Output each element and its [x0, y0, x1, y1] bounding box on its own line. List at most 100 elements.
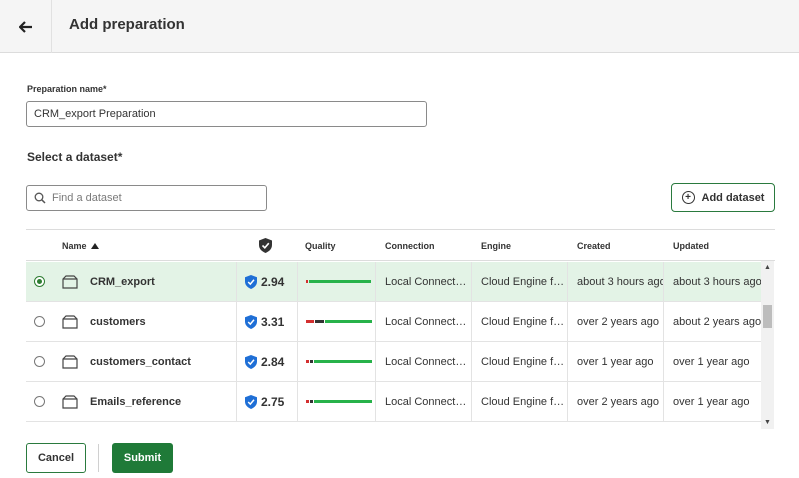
- quality-bar: [306, 280, 371, 283]
- engine-cell: Cloud Engine f…: [471, 302, 567, 341]
- created-cell: about 3 hours ago: [567, 262, 663, 301]
- connection-cell: Local Connect…: [375, 302, 471, 341]
- table-header: Name Quality Connection Engine Created U…: [26, 230, 775, 261]
- table-row[interactable]: customers_contact 2.84 Local Connect… Cloud…: [26, 342, 761, 382]
- trust-score: 2.84: [261, 354, 285, 369]
- preparation-name-label: Preparation name*: [27, 84, 107, 94]
- quality-invalid-segment: [306, 320, 314, 323]
- dataset-name-cell: customers_contact: [62, 342, 232, 381]
- dataset-search[interactable]: [26, 185, 267, 211]
- engine-cell: Cloud Engine f…: [471, 342, 567, 381]
- quality-cell: [297, 262, 375, 301]
- quality-bar: [306, 320, 372, 323]
- sort-ascending-icon: [90, 242, 99, 249]
- plus-circle-icon: +: [681, 191, 695, 204]
- row-radio-cell[interactable]: [34, 382, 54, 421]
- quality-invalid-segment: [306, 400, 309, 403]
- dataset-icon: [62, 274, 78, 289]
- column-connection-header[interactable]: Connection: [385, 230, 475, 261]
- row-radio-cell[interactable]: [34, 262, 54, 301]
- dataset-name-cell: Emails_reference: [62, 382, 232, 421]
- trust-score-cell: 2.94: [236, 262, 297, 301]
- column-updated-header[interactable]: Updated: [673, 230, 763, 261]
- search-icon: [34, 192, 46, 204]
- column-engine-header[interactable]: Engine: [481, 230, 571, 261]
- header-bar: Add preparation: [0, 0, 799, 53]
- submit-button[interactable]: Submit: [112, 443, 173, 473]
- dataset-search-input[interactable]: [52, 192, 252, 204]
- page-title: Add preparation: [69, 16, 185, 33]
- footer-divider: [98, 444, 99, 472]
- quality-cell: [297, 382, 375, 421]
- cancel-button[interactable]: Cancel: [26, 443, 86, 473]
- table-row[interactable]: CRM_export 2.94 Local Connect… Cloud Engine…: [26, 262, 761, 302]
- trust-score: 2.75: [261, 394, 285, 409]
- connection-cell: Local Connect…: [375, 262, 471, 301]
- row-radio-button[interactable]: [34, 396, 45, 407]
- quality-valid-segment: [309, 280, 371, 283]
- trust-score-cell: 3.31: [236, 302, 297, 341]
- table-scrollbar[interactable]: ▲ ▼: [761, 261, 774, 429]
- column-name-header[interactable]: Name: [62, 230, 212, 261]
- created-cell: over 2 years ago: [567, 302, 663, 341]
- shield-check-icon: [259, 238, 272, 253]
- quality-bar: [306, 400, 372, 403]
- trust-score-cell: 2.75: [236, 382, 297, 421]
- trust-shield-icon: [245, 394, 257, 409]
- quality-invalid-segment: [306, 360, 309, 363]
- updated-cell: about 2 years ago: [663, 302, 761, 341]
- updated-cell: over 1 year ago: [663, 342, 761, 381]
- scroll-up-icon[interactable]: ▲: [764, 264, 771, 271]
- dataset-name-cell: customers: [62, 302, 232, 341]
- trust-score: 3.31: [261, 314, 285, 329]
- preparation-name-input[interactable]: [26, 101, 427, 127]
- select-dataset-title: Select a dataset*: [27, 150, 123, 164]
- dataset-name: Emails_reference: [90, 395, 182, 408]
- row-radio-button[interactable]: [34, 356, 45, 367]
- engine-cell: Cloud Engine f…: [471, 382, 567, 421]
- dataset-name: customers: [90, 315, 146, 328]
- back-button[interactable]: [0, 0, 52, 53]
- dataset-icon: [62, 354, 78, 369]
- engine-cell: Cloud Engine f…: [471, 262, 567, 301]
- quality-valid-segment: [314, 400, 372, 403]
- column-name-label: Name: [62, 240, 87, 251]
- dataset-name: CRM_export: [90, 275, 155, 288]
- scrollbar-thumb[interactable]: [763, 305, 772, 328]
- row-radio-cell[interactable]: [34, 342, 54, 381]
- updated-cell: over 1 year ago: [663, 382, 761, 421]
- table-row[interactable]: customers 3.31 Local Connect… Cloud Engine …: [26, 302, 761, 342]
- updated-cell: about 3 hours ago: [663, 262, 761, 301]
- column-quality-header[interactable]: Quality: [305, 230, 385, 261]
- row-radio-cell[interactable]: [34, 302, 54, 341]
- add-dataset-label: Add dataset: [701, 191, 765, 204]
- connection-cell: Local Connect…: [375, 342, 471, 381]
- column-trust-header[interactable]: [259, 230, 289, 261]
- scroll-down-icon[interactable]: ▼: [764, 419, 771, 426]
- quality-empty-segment: [315, 320, 324, 323]
- created-cell: over 1 year ago: [567, 342, 663, 381]
- quality-valid-segment: [314, 360, 372, 363]
- trust-shield-icon: [245, 314, 257, 329]
- quality-cell: [297, 302, 375, 341]
- dataset-name-cell: CRM_export: [62, 262, 232, 301]
- quality-empty-segment: [310, 360, 313, 363]
- connection-cell: Local Connect…: [375, 382, 471, 421]
- arrow-left-icon: [18, 20, 32, 33]
- quality-empty-segment: [310, 400, 313, 403]
- dataset-icon: [62, 394, 78, 409]
- quality-valid-segment: [325, 320, 372, 323]
- created-cell: over 2 years ago: [567, 382, 663, 421]
- trust-score: 2.94: [261, 274, 285, 289]
- quality-cell: [297, 342, 375, 381]
- quality-bar: [306, 360, 372, 363]
- row-radio-button[interactable]: [34, 276, 45, 287]
- add-dataset-button[interactable]: + Add dataset: [671, 183, 775, 212]
- column-created-header[interactable]: Created: [577, 230, 667, 261]
- trust-shield-icon: [245, 354, 257, 369]
- row-radio-button[interactable]: [34, 316, 45, 327]
- table-row[interactable]: Emails_reference 2.75 Local Connect… Cloud …: [26, 382, 761, 422]
- quality-invalid-segment: [306, 280, 308, 283]
- dataset-table: Name Quality Connection Engine Created U…: [26, 229, 775, 429]
- dataset-name: customers_contact: [90, 355, 191, 368]
